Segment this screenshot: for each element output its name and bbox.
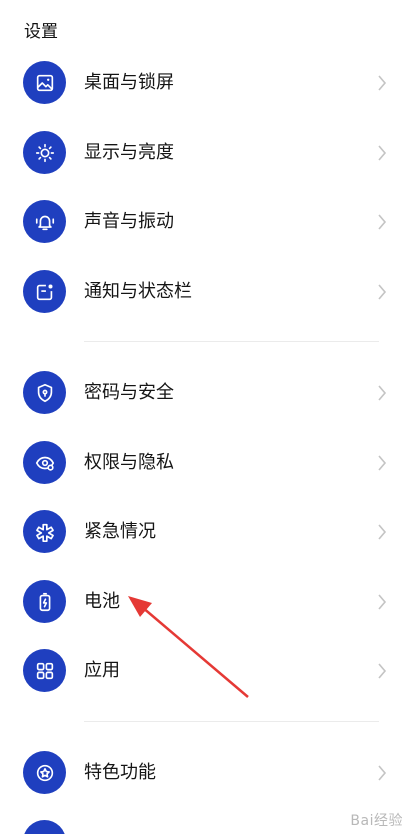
section-divider [84,341,379,342]
apps-grid-icon [23,649,66,692]
star-icon [23,751,66,794]
settings-item-label: 电池 [84,591,120,612]
chevron-right-icon [378,765,387,781]
chevron-right-icon [378,524,387,540]
settings-item-label: 权限与隐私 [84,452,174,473]
settings-item-wallpaper-lockscreen[interactable]: 桌面与锁屏 [0,48,409,118]
watermark-logo: Bai经验 [350,813,403,829]
settings-item-permission-privacy[interactable]: 权限与隐私 [0,428,409,498]
settings-item-label: 桌面与锁屏 [84,72,174,93]
settings-item-label: 通知与状态栏 [84,281,192,302]
settings-item-label: 声音与振动 [84,211,174,232]
settings-item-label: 密码与安全 [84,382,174,403]
settings-item-sound-vibration[interactable]: 声音与振动 [0,187,409,257]
chevron-right-icon [378,663,387,679]
brightness-icon [23,131,66,174]
chevron-right-icon [378,75,387,91]
settings-item-label: 紧急情况 [84,521,156,542]
privacy-eye-icon [23,441,66,484]
settings-screen: 设置 桌面与锁屏 显示与亮度 声音与振动 通知与状态栏 密码与安全 权限与隐私 … [0,0,409,834]
chevron-right-icon [378,455,387,471]
next-item-icon-partial [23,820,66,834]
battery-icon [23,580,66,623]
shield-icon [23,371,66,414]
settings-item-notification-statusbar[interactable]: 通知与状态栏 [0,257,409,327]
page-title: 设置 [24,22,58,42]
notification-icon [23,270,66,313]
settings-item-password-security[interactable]: 密码与安全 [0,358,409,428]
settings-item-battery[interactable]: 电池 [0,567,409,637]
chevron-right-icon [378,214,387,230]
section-divider [84,721,379,722]
chevron-right-icon [378,145,387,161]
emergency-icon [23,510,66,553]
settings-item-display-brightness[interactable]: 显示与亮度 [0,118,409,188]
chevron-right-icon [378,284,387,300]
chevron-right-icon [378,594,387,610]
wallpaper-icon [23,61,66,104]
settings-item-label: 显示与亮度 [84,142,174,163]
chevron-right-icon [378,385,387,401]
settings-item-emergency[interactable]: 紧急情况 [0,497,409,567]
settings-item-apps[interactable]: 应用 [0,636,409,706]
settings-item-label: 应用 [84,660,120,681]
bell-icon [23,200,66,243]
settings-item-special-features[interactable]: 特色功能 [0,738,409,808]
settings-item-label: 特色功能 [84,762,156,783]
